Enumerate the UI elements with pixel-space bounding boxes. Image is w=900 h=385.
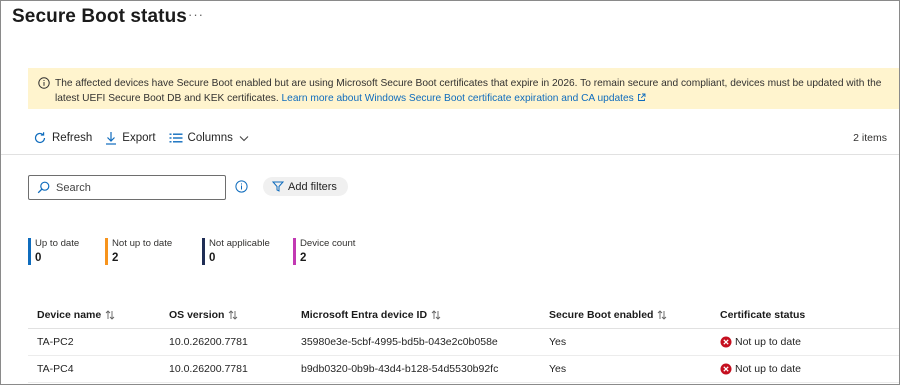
tile-value: 0 (209, 252, 216, 264)
sort-icon (229, 309, 238, 320)
summary-tile-up-to-date[interactable]: Up to date 0 (28, 238, 79, 265)
search-box[interactable] (28, 175, 226, 200)
table-row[interactable]: TA-PC2 10.0.26200.7781 35980e3e-5cbf-499… (28, 329, 899, 356)
columns-label: Columns (187, 132, 233, 144)
certificate-status-cell: Not up to date (720, 356, 801, 382)
tile-label: Device count (300, 238, 356, 249)
columns-button[interactable]: Columns (169, 132, 254, 144)
download-icon (106, 132, 117, 145)
warning-banner: The affected devices have Secure Boot en… (28, 68, 899, 109)
certificate-status-text: Not up to date (735, 363, 801, 375)
column-header-device-name[interactable]: Device name (37, 301, 115, 328)
refresh-icon (34, 132, 46, 144)
secure-boot-enabled-cell: Yes (549, 336, 567, 348)
sort-icon (431, 309, 441, 320)
search-icon (37, 181, 50, 194)
tile-label: Up to date (35, 238, 80, 249)
learn-more-link[interactable]: Learn more about Windows Secure Boot cer… (282, 93, 646, 104)
more-horizontal-icon[interactable]: ··· (188, 7, 204, 22)
page-title: Secure Boot status (12, 6, 187, 27)
tile-label: Not up to date (112, 238, 173, 249)
export-label: Export (122, 132, 156, 144)
certificate-status-cell: Not up to date (720, 329, 801, 355)
error-circle-icon (720, 363, 732, 375)
table-row[interactable]: TA-PC4 10.0.26200.7781 b9db0320-0b9b-43d… (28, 356, 899, 383)
device-name-cell: TA-PC4 (37, 363, 74, 375)
toolbar-divider (1, 154, 899, 155)
column-header-certificate-status[interactable]: Certificate status (720, 301, 805, 328)
summary-tile-not-applicable[interactable]: Not applicable 0 (202, 238, 270, 265)
secure-boot-status-pane: Secure Boot status ··· The affected devi… (0, 0, 900, 385)
refresh-button[interactable]: Refresh (33, 131, 92, 145)
search-input[interactable] (56, 181, 206, 194)
info-circle-icon (38, 77, 50, 89)
entra-device-id-cell: b9db0320-0b9b-43d4-b128-54d5530b92fc (301, 363, 499, 375)
tile-color-bar (105, 238, 108, 265)
tile-label: Not applicable (209, 238, 270, 249)
tile-color-bar (293, 238, 296, 265)
devices-table: Device name OS version Microsoft Entra d… (28, 301, 899, 383)
tile-value: 2 (300, 252, 307, 264)
column-header-secure-boot-enabled[interactable]: Secure Boot enabled (549, 301, 667, 328)
add-filters-button[interactable]: Add filters (263, 177, 348, 196)
command-bar: Refresh Export Columns (33, 128, 267, 148)
summary-tile-device-count[interactable]: Device count 2 (293, 238, 355, 265)
column-header-entra-device-id[interactable]: Microsoft Entra device ID (301, 301, 441, 328)
tile-value: 0 (35, 252, 42, 264)
sort-icon (105, 309, 115, 320)
tile-color-bar (28, 238, 31, 265)
entra-device-id-cell: 35980e3e-5cbf-4995-bd5b-043e2c0b058e (301, 336, 498, 348)
banner-text: The affected devices have Secure Boot en… (55, 76, 895, 106)
filter-icon (272, 181, 284, 192)
tile-value: 2 (112, 252, 119, 264)
error-circle-icon (720, 336, 732, 348)
add-filters-label: Add filters (288, 180, 337, 193)
info-icon[interactable] (235, 180, 248, 193)
sort-icon (658, 309, 667, 320)
refresh-label: Refresh (52, 132, 93, 144)
os-version-cell: 10.0.26200.7781 (169, 336, 248, 348)
secure-boot-enabled-cell: Yes (549, 363, 567, 375)
device-name-cell: TA-PC2 (37, 336, 74, 348)
chevron-down-icon (239, 135, 249, 141)
export-button[interactable]: Export (105, 131, 156, 145)
certificate-status-text: Not up to date (735, 336, 801, 348)
summary-tile-not-up-to-date[interactable]: Not up to date 2 (105, 238, 172, 265)
column-header-os-version[interactable]: OS version (169, 301, 238, 328)
os-version-cell: 10.0.26200.7781 (169, 363, 248, 375)
external-link-icon (637, 93, 646, 101)
items-count: 2 items (853, 132, 887, 144)
table-header: Device name OS version Microsoft Entra d… (28, 301, 899, 329)
columns-list-icon (169, 133, 183, 143)
tile-color-bar (202, 238, 205, 265)
